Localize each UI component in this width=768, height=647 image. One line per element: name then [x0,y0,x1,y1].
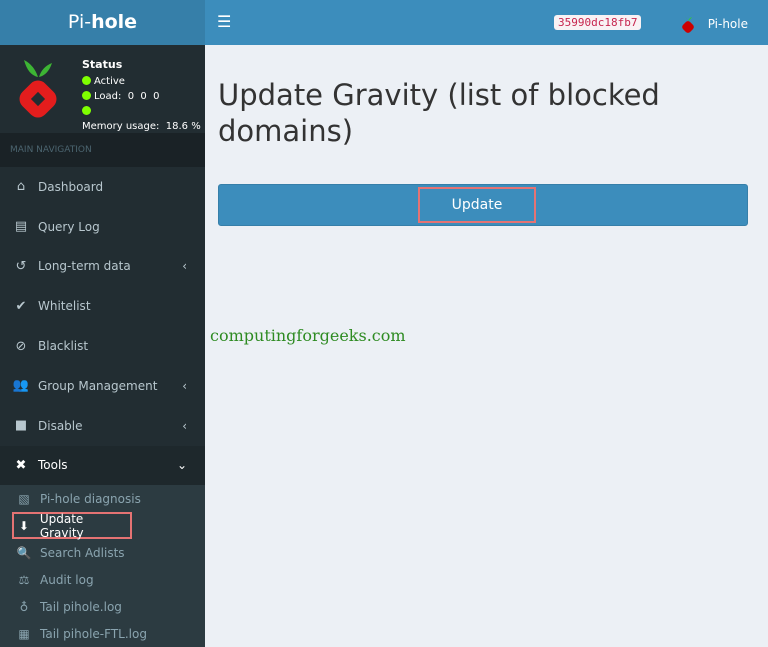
user-menu[interactable]: Pi-hole [680,14,748,34]
whitelist-icon: ✔ [15,298,27,314]
sidebar-subitem-update-gravity[interactable]: ⬇ Update Gravity [12,511,132,540]
chevron-icon: ⌄ [176,458,187,473]
user-name: Pi-hole [707,17,748,31]
status-active: Active [94,76,125,87]
sidebar-subitem-audit-log[interactable]: ⚖ Audit log [0,566,205,593]
chevron-icon: ‹ [182,259,187,274]
tail-pihole-ftl-log-icon: ▦ [18,626,30,641]
top-navbar: ☰ 35990dc18fb7 Pi-hole [205,0,768,45]
sidebar-item-label: Whitelist [38,299,91,314]
status-load: Load: 0 0 0 [94,91,160,102]
update-bar: Update [218,184,748,226]
sidebar-item-label: Disable [38,418,83,433]
chevron-icon: ‹ [182,418,187,433]
update-gravity-icon: ⬇ [18,518,29,533]
sidebar-item-whitelist[interactable]: ✔ Whitelist [0,286,205,326]
long-term-data-icon: ↺ [15,258,27,274]
sidebar-item-label: Group Management [38,378,158,393]
query-log-icon: ▤ [14,219,28,235]
sidebar-subitem-search-adlists[interactable]: 🔍 Search Adlists [0,539,205,566]
sidebar-item-label: Dashboard [38,179,104,194]
sidebar-item-label: Long-term data [38,259,131,274]
pihole-small-icon [681,16,694,33]
status-dot-icon [82,91,91,100]
blacklist-icon: ⊘ [15,338,27,354]
group-management-icon: 👥 [12,378,30,394]
chevron-icon: ‹ [182,378,187,393]
watermark: computingforgeeks.com [210,326,406,345]
brand-logo[interactable]: Pi-hole [0,0,205,45]
pihole-logo-icon [19,60,57,118]
sidebar-subitem-tail-pihole-ftl-log[interactable]: ▦ Tail pihole-FTL.log [0,620,205,647]
sidebar-item-label: Tools [38,458,68,473]
dashboard-icon: ⌂ [16,179,26,195]
subitem-label: Tail pihole-FTL.log [40,626,147,641]
status-dot-icon [82,76,91,85]
sidebar-item-dashboard[interactable]: ⌂ Dashboard [0,167,205,207]
tail-pihole-log-icon: ♁ [19,599,29,614]
sidebar-item-blacklist[interactable]: ⊘ Blacklist [0,326,205,366]
subitem-label: Tail pihole.log [40,599,122,614]
status-dot-icon [82,106,91,115]
status-memory: Memory usage: 18.6 % [82,121,201,132]
sidebar-item-group-management[interactable]: 👥 Group Management ‹ [0,366,205,406]
disable-icon: ■ [14,418,28,434]
menu-toggle-icon[interactable]: ☰ [217,12,231,31]
sidebar-item-long-term-data[interactable]: ↺ Long-term data ‹ [0,247,205,287]
brand-prefix: Pi- [67,11,92,33]
audit-log-icon: ⚖ [18,572,30,587]
sidebar-subitem-pi-hole-diagnosis[interactable]: ▧ Pi-hole diagnosis [0,485,205,512]
tools-submenu: ▧ Pi-hole diagnosis ⬇ Update Gravity 🔍 Search… [0,485,205,647]
page-title: Update Gravity (list of blocked domains) [218,78,660,148]
search-adlists-icon: 🔍 [16,545,32,560]
pi-hole-diagnosis-icon: ▧ [18,491,30,506]
update-button[interactable]: Update [418,187,536,223]
sidebar-item-query-log[interactable]: ▤ Query Log [0,207,205,247]
subitem-label: Pi-hole diagnosis [40,491,141,506]
version-hash: 35990dc18fb7 [554,15,642,30]
sidebar-item-tools[interactable]: ✖ Tools ⌄ [0,445,205,486]
subitem-label: Update Gravity [39,511,84,540]
user-panel: Status Active Load: 0 0 0 Memory usage: … [0,45,205,133]
subitem-label: Search Adlists [40,545,125,560]
sidebar-item-label: Query Log [38,219,100,234]
main-content: Update Gravity (list of blocked domains)… [205,45,768,632]
nav-header: MAIN NAVIGATION [0,133,205,167]
subitem-label: Audit log [40,572,94,587]
sidebar-item-label: Blacklist [38,339,89,354]
tools-icon: ✖ [15,457,27,473]
status-title: Status [82,58,123,71]
sidebar-subitem-tail-pihole-log[interactable]: ♁ Tail pihole.log [0,593,205,620]
sidebar-item-disable[interactable]: ■ Disable ‹ [0,406,205,446]
sidebar: Status Active Load: 0 0 0 Memory usage: … [0,45,205,647]
brand-bold: hole [91,11,138,33]
